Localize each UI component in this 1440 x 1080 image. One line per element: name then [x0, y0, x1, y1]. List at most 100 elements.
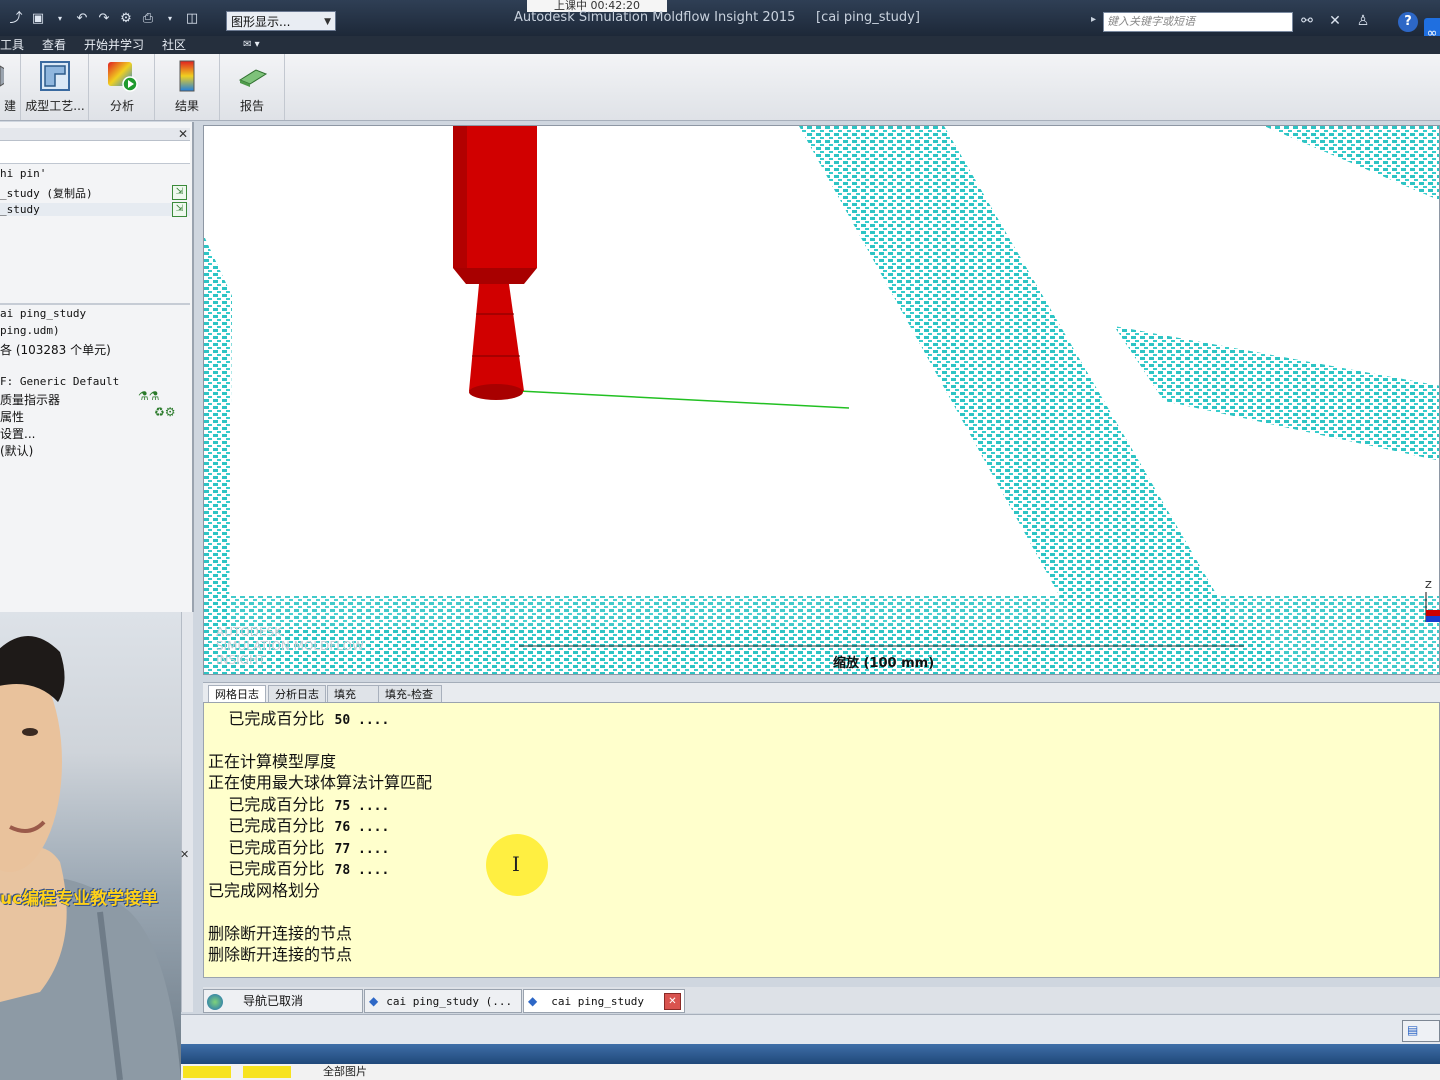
close-icon[interactable]: ✕ [180, 848, 189, 861]
task-properties[interactable]: 属性 [0, 408, 24, 425]
binoculars-icon[interactable]: ⚯ [1298, 12, 1316, 30]
axis-label: Z [1425, 580, 1432, 591]
search-input[interactable]: 键入关键字或短语 [1103, 12, 1293, 32]
scale-label: 缩放 (100 mm) [833, 656, 935, 671]
results-icon [179, 60, 195, 92]
globe-icon [207, 993, 223, 1010]
chevron-down-icon: ▼ [324, 17, 331, 27]
ribbon-button-results[interactable]: 结果 [155, 54, 220, 120]
mesh-model [204, 126, 1439, 674]
ribbon-label: 报告 [239, 99, 264, 113]
menu-view[interactable]: 查看 [33, 36, 75, 54]
settings-icon[interactable]: ⚙ [118, 11, 134, 27]
tab-analysis-log[interactable]: 分析日志 [268, 685, 326, 703]
tab-fill[interactable]: 填充 [327, 685, 379, 703]
task-quality-indicator[interactable]: 质量指示器 [0, 391, 60, 408]
menu-community[interactable]: 社区 [153, 36, 195, 54]
expand-arrow-icon[interactable]: ▸ [1091, 14, 1096, 25]
model-viewport[interactable] [203, 125, 1440, 675]
tab-mesh-log[interactable]: 网格日志 [208, 685, 266, 703]
status-icon[interactable]: ▤ [1402, 1020, 1440, 1042]
tab-study[interactable]: ◆ cai ping_study ✕ [523, 989, 685, 1013]
title-tools: ⚯ ✕ ♙ [1298, 12, 1372, 30]
partial-icon [0, 65, 17, 87]
ribbon-button-report[interactable]: 报告 [220, 54, 285, 120]
tab-study-copy[interactable]: ◆ cai ping_study (... [364, 989, 522, 1013]
tab-navigation[interactable]: 导航已取消 [203, 989, 363, 1013]
ribbon-label: 分析 [109, 99, 134, 113]
taskbar-strip: 全部图片 [181, 1064, 1440, 1080]
ribbon-label: 成型工艺... [25, 99, 85, 113]
open-icon[interactable]: ⤴ [8, 11, 24, 27]
log-line: 已完成百分比 50 .... [208, 709, 390, 728]
study-title: [cai ping_study] [816, 10, 920, 25]
open-study-icon[interactable]: ⇲ [172, 202, 187, 217]
panel-tab[interactable] [0, 141, 190, 164]
ribbon-label: 结果 [174, 99, 199, 113]
menu-start-learn[interactable]: 开始并学习 [75, 36, 153, 54]
webcam-caption: uc编程专业教学接单 [0, 889, 159, 909]
save-icon[interactable]: ▣ [30, 11, 46, 27]
user-icon[interactable]: ♙ [1354, 12, 1372, 30]
open-study-icon[interactable]: ⇲ [172, 185, 187, 200]
dropdown-arrow-icon[interactable]: ▾ [162, 11, 178, 27]
log-line: 正在使用最大球体算法计算匹配 [208, 773, 433, 792]
exchange-icon[interactable]: ✕ [1326, 12, 1344, 30]
log-line: 已完成百分比 78 .... [208, 859, 390, 878]
text-cursor-icon: I [512, 852, 520, 876]
ribbon-label: 建 [3, 99, 16, 113]
dropdown-arrow-icon[interactable]: ▾ [52, 11, 68, 27]
tab-label: cai ping_study [551, 995, 644, 1008]
redo-icon[interactable]: ↷ [96, 11, 112, 27]
task-default[interactable]: (默认) [0, 442, 33, 459]
side-scroll-strip [181, 612, 193, 1012]
ribbon-button-molding-process[interactable]: 成型工艺... [22, 54, 89, 120]
ribbon-button-analysis[interactable]: 分析 [90, 54, 155, 120]
print-icon[interactable]: ⎙ [140, 11, 156, 27]
axis-triad-icon[interactable] [1424, 592, 1440, 628]
help-button[interactable]: ? [1398, 12, 1418, 32]
status-bar: ▤ [181, 1014, 1440, 1045]
log-line: 已完成网格划分 [208, 881, 321, 900]
menu-bar: 工具 查看 开始并学习 社区 ✉ ▾ [0, 36, 1440, 54]
task-model-file[interactable]: ping.udm) [0, 324, 60, 337]
molding-process-icon [40, 61, 70, 91]
log-tab-bar: 网格日志 分析日志 填充 填充-检查 [203, 682, 1440, 703]
tree-item-study-copy[interactable]: _study (复制品) [0, 185, 93, 201]
graphics-display-dropdown[interactable]: 图形显示... ▼ [226, 11, 336, 31]
report-icon [238, 69, 268, 87]
study-icon: ◆ [528, 994, 538, 1008]
task-study-name[interactable]: ai ping_study [0, 307, 86, 320]
view-icon[interactable]: ◫ [184, 11, 200, 27]
log-line: 删除断开连接的节点 [208, 945, 353, 964]
analysis-icon [108, 62, 138, 92]
panel-header [0, 128, 190, 141]
undo-icon[interactable]: ↶ [74, 11, 90, 27]
presenter-image [0, 636, 181, 1080]
log-line: 已完成百分比 76 .... [208, 816, 390, 835]
taskbar-thumb[interactable] [243, 1066, 291, 1078]
app-title: Autodesk Simulation Moldflow Insight 201… [514, 10, 796, 25]
close-icon[interactable]: ✕ [178, 127, 188, 141]
tree-item-project[interactable]: hi pin' [0, 167, 46, 180]
task-settings[interactable]: 设置... [0, 425, 35, 442]
task-material[interactable]: F: Generic Default [0, 375, 119, 388]
taskbar-thumb[interactable] [183, 1066, 231, 1078]
communication-icon[interactable]: ✉ ▾ [195, 36, 269, 54]
taskbar-item[interactable]: 全部图片 [323, 1064, 367, 1080]
close-tab-icon[interactable]: ✕ [664, 993, 681, 1010]
ribbon: 建 成型工艺... 分析 结果 报告 [0, 54, 1440, 121]
tab-label: 导航已取消 [243, 994, 304, 1008]
panel-divider [0, 303, 190, 305]
document-tab-bar: 导航已取消 ◆ cai ping_study (... ◆ cai ping_stu… [203, 987, 1440, 1013]
quality-indicator-icon[interactable]: ⚗⚗ [138, 389, 160, 403]
tab-label: cai ping_study (... [386, 995, 513, 1008]
quick-access-toolbar: ⤴ ▣ ▾ ↶ ↷ ⚙ ⎙ ▾ ◫ [0, 8, 200, 30]
tree-item-study[interactable]: _study [0, 203, 190, 216]
tab-fill-check[interactable]: 填充-检查 [378, 685, 442, 703]
recycle-icon[interactable]: ♻⚙ [154, 405, 176, 419]
log-output[interactable]: 已完成百分比 50 .... 正在计算模型厚度 正在使用最大球体算法计算匹配 已… [203, 702, 1440, 978]
ribbon-button-partial[interactable]: 建 [0, 54, 21, 120]
task-mesh[interactable]: 各 (103283 个单元) [0, 341, 111, 358]
menu-tools[interactable]: 工具 [0, 36, 33, 54]
